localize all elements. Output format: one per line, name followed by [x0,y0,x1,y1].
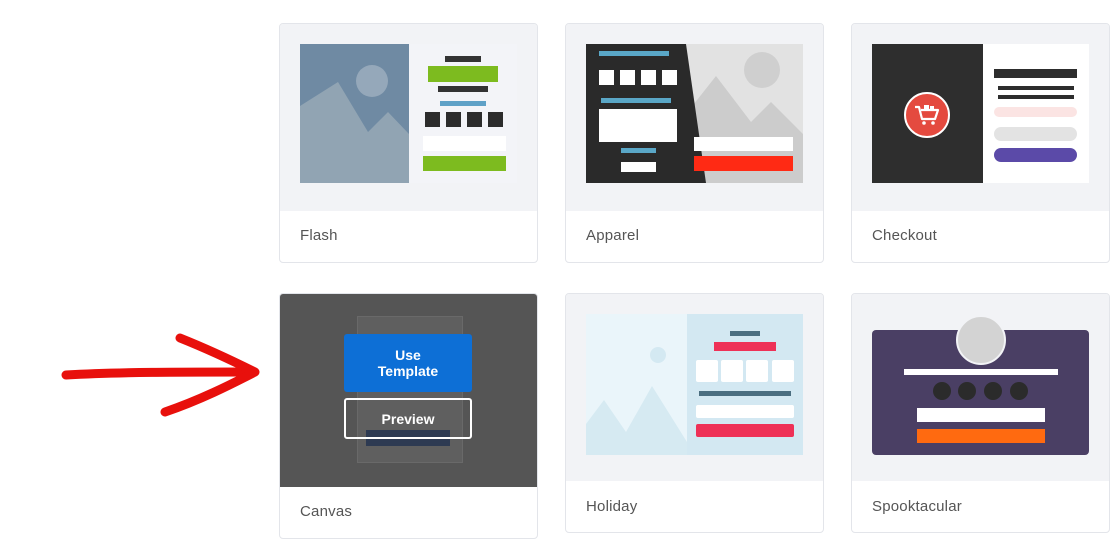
template-thumbnail [566,294,823,481]
template-card-canvas[interactable]: Use Template Preview Canvas [279,293,538,539]
preview-button[interactable]: Preview [344,398,472,439]
template-name: Canvas [300,503,353,520]
template-name: Apparel [586,227,640,244]
template-thumbnail [280,24,537,211]
template-card-checkout[interactable]: Checkout [851,23,1110,263]
template-card-apparel[interactable]: Apparel [565,23,824,263]
template-thumbnail [852,24,1109,211]
template-card-flash[interactable]: Flash [279,23,538,263]
template-card-holiday[interactable]: Holiday [565,293,824,533]
template-name: Flash [300,227,338,244]
template-thumbnail [852,294,1109,481]
template-name: Spooktacular [872,498,962,515]
template-name: Holiday [586,498,638,515]
use-template-button[interactable]: Use Template [344,334,472,392]
hover-overlay: Use Template Preview [280,294,537,487]
template-thumbnail [566,24,823,211]
cart-icon [904,92,950,138]
arrow-right-icon [61,333,260,417]
template-card-spooktacular[interactable]: Spooktacular [851,293,1110,533]
template-name: Checkout [872,227,937,244]
